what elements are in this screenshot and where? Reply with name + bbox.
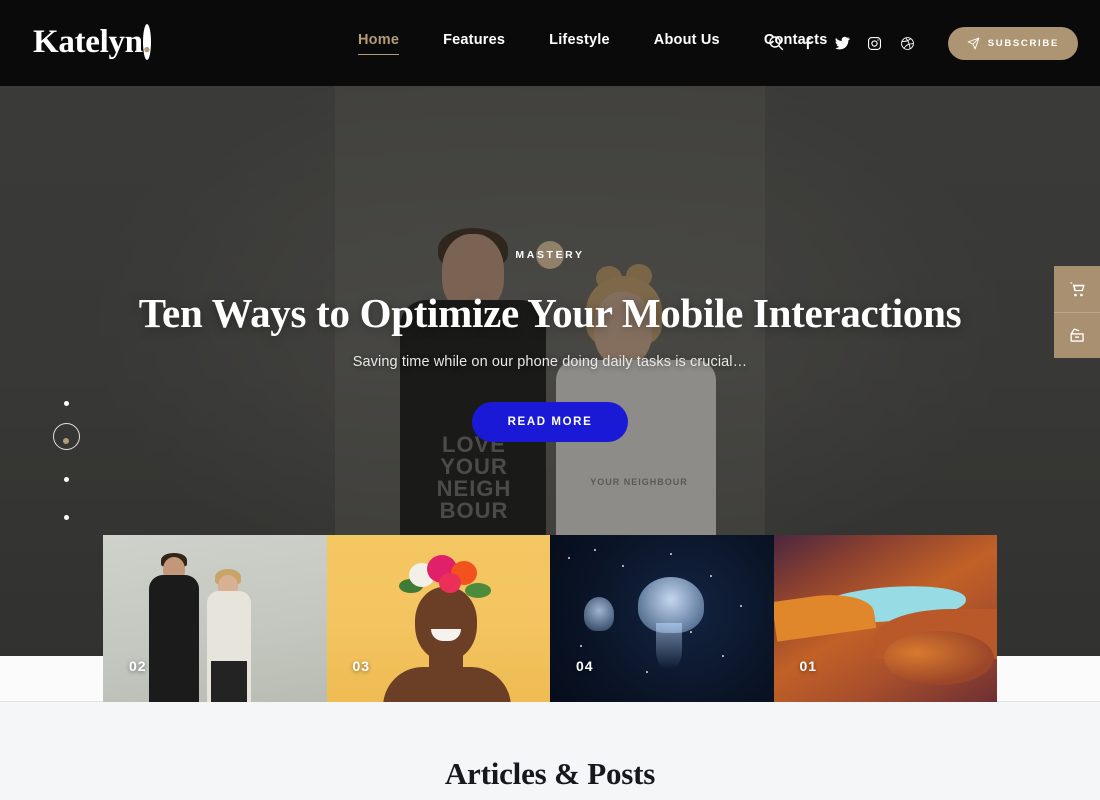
slider-dot-4[interactable] [52, 498, 80, 536]
nav-item-features[interactable]: Features [443, 32, 505, 54]
nav-item-lifestyle[interactable]: Lifestyle [549, 32, 610, 54]
thumbnail-slide-04[interactable]: 04 [550, 535, 774, 702]
package-button[interactable] [1054, 312, 1100, 358]
hero-category-badge[interactable]: MASTERY [515, 241, 584, 269]
thumbnail-number: 01 [799, 658, 818, 674]
thumbnail-slide-02[interactable]: 02 [103, 535, 327, 702]
thumbnail-image-flower-crown [326, 535, 550, 702]
search-icon[interactable] [763, 30, 789, 56]
thumbnail-number: 03 [352, 658, 371, 674]
thumbnail-number: 04 [576, 658, 594, 674]
facebook-icon[interactable] [796, 30, 822, 56]
slider-dot-2[interactable] [52, 422, 80, 460]
nav-item-home[interactable]: Home [358, 32, 400, 55]
hero-title: Ten Ways to Optimize Your Mobile Interac… [138, 290, 962, 336]
twitter-icon[interactable] [829, 30, 855, 56]
thumbnail-slide-01[interactable]: 01 [773, 535, 997, 702]
thumbnail-image-couple [103, 535, 327, 702]
logo-text: Katelyn [33, 24, 143, 60]
subscribe-label: SUBSCRIBE [987, 37, 1059, 49]
read-more-button[interactable]: READ MORE [471, 401, 629, 442]
logo-dot: . [142, 24, 151, 60]
thumbnail-number: 02 [129, 658, 147, 674]
hero-subtitle: Saving time while on our phone doing dai… [352, 353, 748, 370]
site-logo[interactable]: Katelyn. [33, 24, 151, 60]
articles-heading: Articles & Posts [444, 756, 656, 791]
shopping-cart-icon [1068, 280, 1087, 299]
slider-dot-3[interactable] [52, 460, 80, 498]
floating-side-panel [1054, 266, 1100, 358]
slider-thumbnail-strip: 02 03 04 01 [103, 535, 997, 702]
thumbnail-image-jellyfish [550, 535, 774, 702]
site-header: Katelyn. Home Features Lifestyle About U… [0, 0, 1100, 86]
subscribe-button[interactable]: SUBSCRIBE [947, 26, 1078, 60]
thumbnail-slide-03[interactable]: 03 [326, 535, 550, 702]
nav-item-about-us[interactable]: About Us [654, 32, 720, 54]
dribbble-icon[interactable] [895, 30, 921, 56]
paper-plane-icon [967, 37, 980, 50]
open-box-icon [1068, 326, 1087, 345]
thumbnail-image-canyon [773, 535, 997, 702]
header-actions: SUBSCRIBE [763, 0, 1078, 86]
cart-button[interactable] [1054, 266, 1100, 312]
main-navigation: Home Features Lifestyle About Us Contact… [358, 32, 827, 55]
slider-pagination [52, 384, 80, 536]
instagram-icon[interactable] [862, 30, 888, 56]
slider-dot-1[interactable] [52, 384, 80, 422]
articles-section: Articles & Posts [0, 702, 1100, 800]
hero-category-label: MASTERY [515, 249, 585, 261]
